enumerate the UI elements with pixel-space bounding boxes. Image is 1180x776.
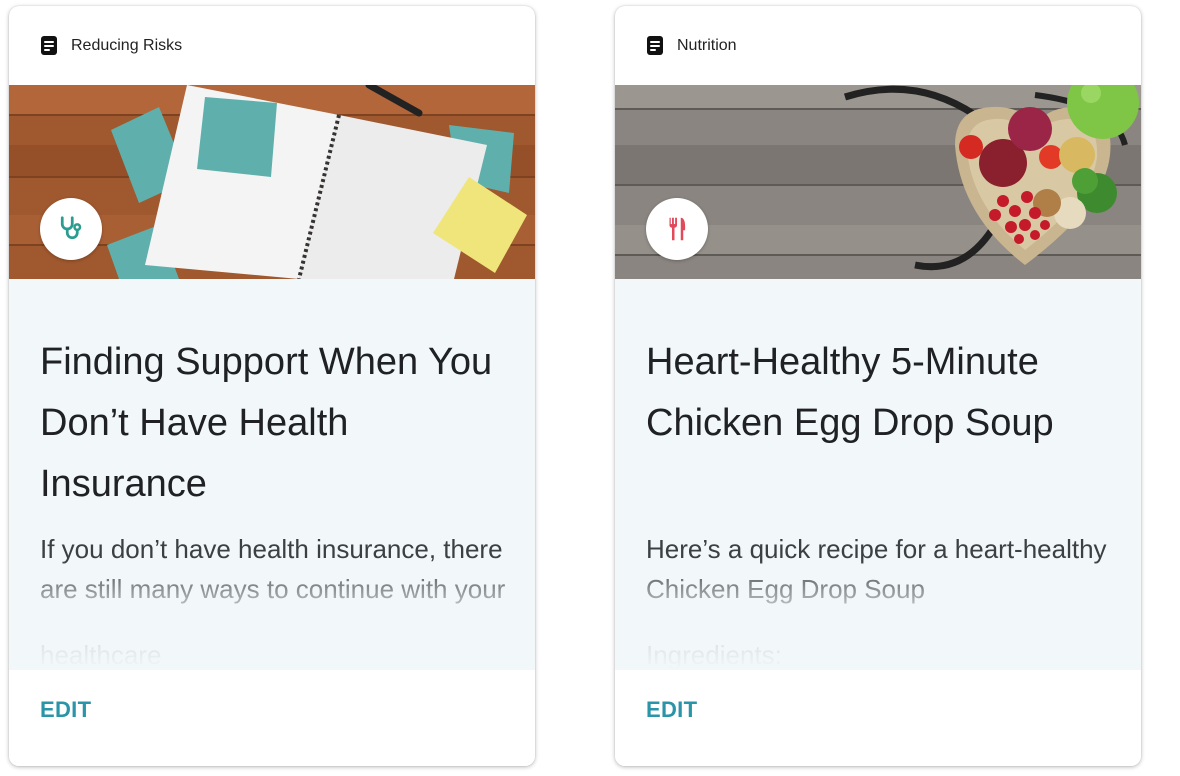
badge-fork-knife xyxy=(646,198,708,260)
edit-button[interactable]: EDIT xyxy=(40,697,91,723)
card-category: Reducing Risks xyxy=(71,36,183,54)
card-description-continued: healthcare xyxy=(40,640,162,670)
card-title: Finding Support When You Don’t Have Heal… xyxy=(40,341,493,505)
article-card-reducing-risks[interactable]: Reducing Risks Finding Support When You … xyxy=(9,6,535,766)
stethoscope-icon xyxy=(60,216,82,240)
card-title: Heart-Healthy 5-Minute Chicken Egg Drop … xyxy=(646,341,1054,444)
badge-stethoscope xyxy=(40,198,102,260)
card-header: Nutrition xyxy=(615,6,1141,85)
card-category: Nutrition xyxy=(677,36,737,54)
fork-knife-icon xyxy=(669,217,686,241)
card-description-continued: Ingredients: xyxy=(646,640,782,670)
card-description: Here’s a quick recipe for a heart-health… xyxy=(646,534,1107,604)
card-body: Heart-Healthy 5-Minute Chicken Egg Drop … xyxy=(615,279,1141,670)
article-card-nutrition[interactable]: Nutrition Heart-Healthy 5-Minute Chicken… xyxy=(615,6,1141,766)
document-icon xyxy=(647,36,663,55)
edit-button[interactable]: EDIT xyxy=(646,697,697,723)
card-footer: EDIT xyxy=(9,670,535,766)
card-body: Finding Support When You Don’t Have Heal… xyxy=(9,279,535,670)
card-footer: EDIT xyxy=(615,670,1141,766)
document-icon xyxy=(41,36,57,55)
card-description: If you don’t have health insurance, ther… xyxy=(40,534,506,604)
card-header: Reducing Risks xyxy=(9,6,535,85)
